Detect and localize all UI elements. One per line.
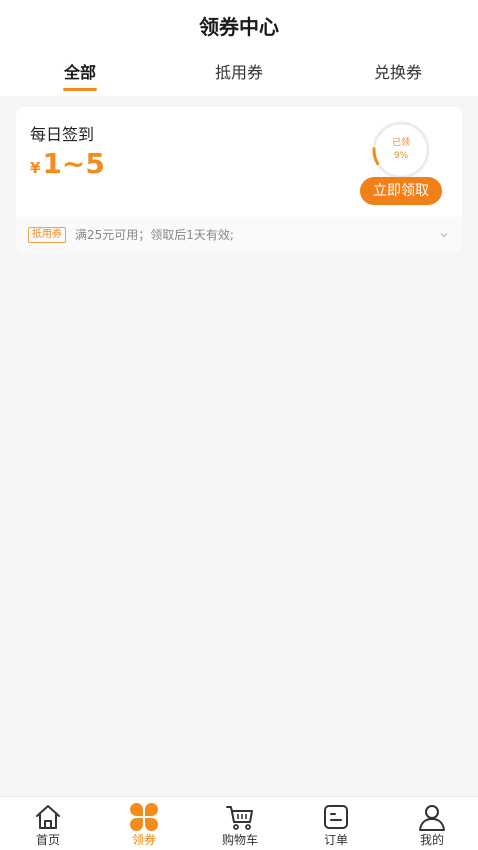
chevron-down-icon[interactable] xyxy=(439,230,449,240)
progress-ring-track xyxy=(372,121,430,179)
coupon-amount: 1~5 xyxy=(42,147,105,180)
nav-item-orders[interactable]: 订单 xyxy=(288,797,384,850)
coupon-type-badge: 抵用券 xyxy=(28,227,66,243)
tab-all-label: 全部 xyxy=(63,63,96,82)
nav-label-cart: 购物车 xyxy=(221,833,258,847)
currency-symbol: ¥ xyxy=(30,159,41,177)
claim-now-button[interactable]: 立即领取 xyxy=(360,177,442,205)
progress-label: 已领 xyxy=(391,138,410,148)
coupon-center-page: 领券中心 全部 抵用券 兑换券 每日签到 ¥1~5 已领 9% 立即领取 抵用券… xyxy=(0,0,478,850)
progress-ring-graphic xyxy=(372,121,430,179)
nav-label-coupons: 领券 xyxy=(131,833,156,847)
tab-bar: 全部 抵用券 兑换券 xyxy=(0,58,478,96)
coupon-usage-description: 满25元可用；领取后1天有效; xyxy=(75,228,234,242)
coupon-card: 每日签到 ¥1~5 已领 9% 立即领取 抵用券 满25元可用；领取后1天有效; xyxy=(16,107,462,253)
tab-discount-coupon-label: 抵用券 xyxy=(214,63,263,82)
progress-value: 9% xyxy=(393,151,409,161)
nav-label-profile: 我的 xyxy=(419,833,444,847)
active-tab-indicator xyxy=(63,88,97,91)
tab-discount-coupon[interactable]: 抵用券 xyxy=(179,58,299,90)
nav-item-cart[interactable]: 购物车 xyxy=(192,797,288,850)
progress-ring-fill xyxy=(372,121,430,179)
tab-exchange-coupon-label: 兑换券 xyxy=(373,63,422,82)
header: 领券中心 全部 抵用券 兑换券 xyxy=(0,0,478,96)
nav-label-home: 首页 xyxy=(35,833,60,847)
nav-item-profile[interactable]: 我的 xyxy=(384,797,478,850)
bottom-nav: 首页 领券 购物车 订单 我的 xyxy=(0,796,478,850)
coupon-footer: 抵用券 满25元可用；领取后1天有效; xyxy=(16,217,462,253)
home-icon xyxy=(36,805,60,829)
profile-icon xyxy=(419,805,445,831)
claimed-progress-ring: 已领 9% xyxy=(370,119,432,181)
coupon-price: ¥1~5 xyxy=(30,147,105,180)
tab-exchange-coupon[interactable]: 兑换券 xyxy=(338,58,458,90)
coupon-name: 每日签到 xyxy=(30,125,95,144)
tab-all[interactable]: 全部 xyxy=(20,58,140,91)
coupon-clover-icon xyxy=(130,803,158,831)
nav-item-coupons[interactable]: 领券 xyxy=(96,797,192,850)
page-title: 领券中心 xyxy=(199,15,279,39)
nav-item-home[interactable]: 首页 xyxy=(0,797,96,850)
nav-label-orders: 订单 xyxy=(323,833,348,847)
order-icon xyxy=(324,805,348,829)
cart-icon xyxy=(226,806,253,830)
